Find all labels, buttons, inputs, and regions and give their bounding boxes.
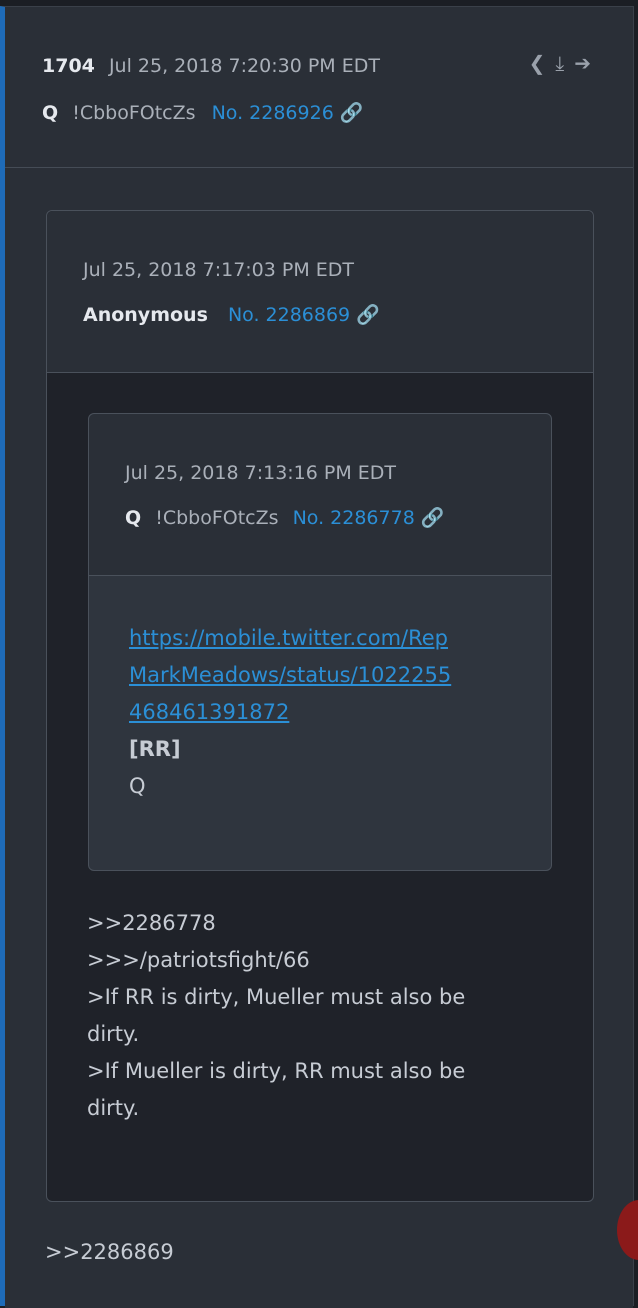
download-icon[interactable]: ⤓ — [555, 51, 564, 75]
link-icon[interactable]: 🔗 — [340, 102, 364, 124]
link-icon[interactable]: 🔗 — [356, 304, 380, 326]
greentext-line: dirty. — [87, 1022, 140, 1046]
share-icon[interactable]: ❮ — [529, 51, 546, 75]
quoted-post-header: Jul 25, 2018 7:17:03 PM EDT Anonymous No… — [47, 211, 593, 373]
arrow-right-circle-icon[interactable]: ➔ — [574, 51, 591, 75]
post-actions: ❮ ⤓ ➔ — [529, 51, 591, 75]
quoted-post-author: Anonymous — [83, 304, 208, 326]
post-card: 1704 Jul 25, 2018 7:20:30 PM EDT ❮ ⤓ ➔ Q… — [0, 6, 634, 1308]
rr-text: [RR] — [129, 737, 181, 761]
nested-quote-tripcode: !CbboFOtcZs — [155, 507, 279, 529]
nested-quote-header: Jul 25, 2018 7:13:16 PM EDT Q !CbboFOtcZ… — [89, 414, 551, 576]
reply-link[interactable]: >>2286778 — [87, 911, 216, 935]
greentext-line: >If Mueller is dirty, RR must also be — [87, 1059, 466, 1083]
quoted-post-q: Jul 25, 2018 7:13:16 PM EDT Q !CbboFOtcZ… — [88, 413, 552, 871]
post-date: Jul 25, 2018 7:20:30 PM EDT — [108, 55, 380, 77]
post-header: 1704 Jul 25, 2018 7:20:30 PM EDT ❮ ⤓ ➔ Q… — [5, 7, 633, 168]
post-number-link[interactable]: No. 2286926 — [212, 102, 334, 124]
board-link[interactable]: >>>/patriotsfight/66 — [87, 948, 310, 972]
greentext-line: >If RR is dirty, Mueller must also be — [87, 985, 466, 1009]
link-icon[interactable]: 🔗 — [421, 507, 445, 529]
quoted-post-date: Jul 25, 2018 7:17:03 PM EDT — [83, 259, 355, 281]
greentext-line: dirty. — [87, 1096, 140, 1120]
post-number: 1704 — [42, 55, 95, 77]
post-tripcode: !CbboFOtcZs — [72, 102, 196, 124]
nested-quote-body: https://mobile.twitter.com/Rep MarkMeado… — [129, 620, 451, 805]
signature-text: Q — [129, 774, 146, 798]
tweet-link[interactable]: https://mobile.twitter.com/Rep MarkMeado… — [129, 626, 451, 724]
nested-quote-number-link[interactable]: No. 2286778 — [293, 507, 415, 529]
post-reply-text[interactable]: >>2286869 — [45, 1234, 174, 1271]
quoted-post-number-link[interactable]: No. 2286869 — [228, 304, 350, 326]
quoted-post-body: >>2286778 >>>/patriotsfight/66 >If RR is… — [87, 905, 557, 1127]
post-body: Jul 25, 2018 7:17:03 PM EDT Anonymous No… — [5, 168, 633, 1308]
post-author: Q — [42, 102, 59, 124]
nested-quote-date: Jul 25, 2018 7:13:16 PM EDT — [125, 462, 397, 484]
quoted-post-anonymous: Jul 25, 2018 7:17:03 PM EDT Anonymous No… — [46, 210, 594, 1202]
nested-quote-author: Q — [125, 507, 142, 529]
